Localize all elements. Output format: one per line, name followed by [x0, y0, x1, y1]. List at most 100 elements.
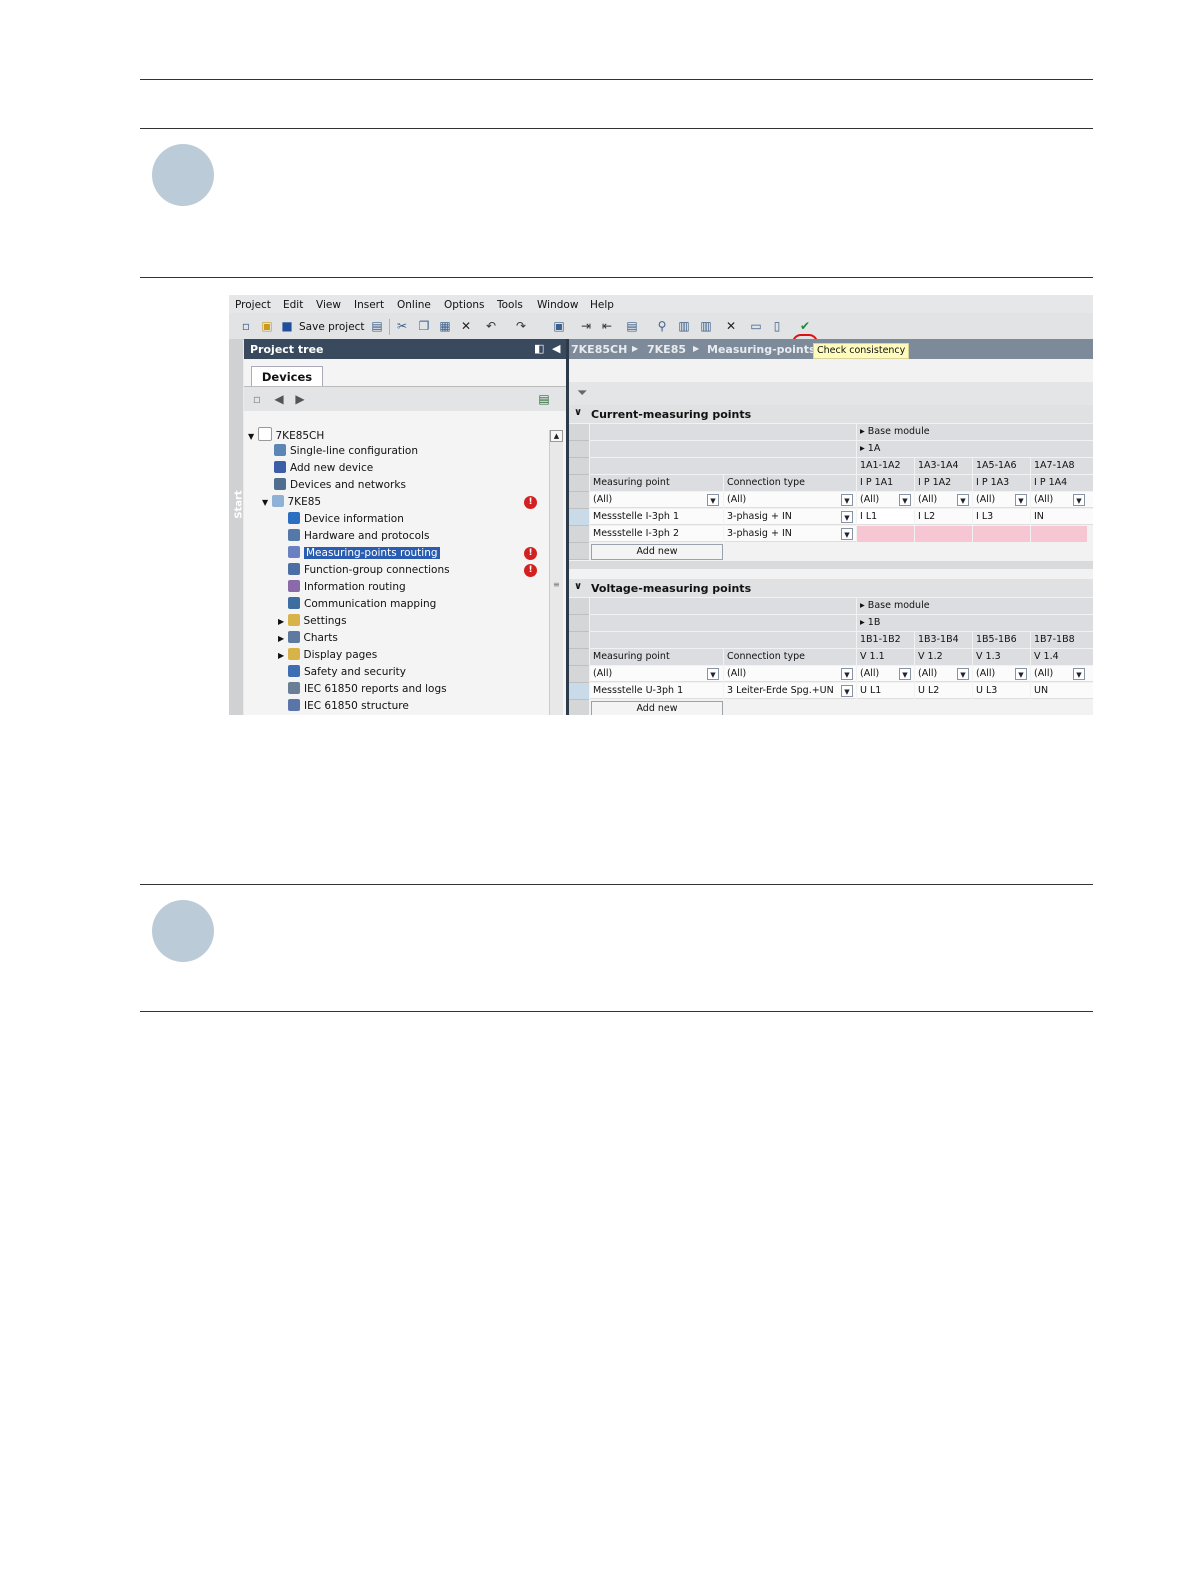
dropdown-arrow-icon[interactable]: ▼: [1015, 494, 1027, 506]
tree-item-device-7ke85[interactable]: ▼ 7KE85 !: [262, 495, 549, 511]
connection-type-cell[interactable]: 3-phasig + IN: [724, 526, 856, 542]
module-header[interactable]: ▸ Base module: [857, 598, 1093, 614]
connection-type-cell[interactable]: 3 Leiter-Erde Spg.+UN: [724, 683, 856, 699]
channel-cell-error[interactable]: [1031, 526, 1087, 542]
measuring-point-cell[interactable]: Messstelle U-3ph 1: [590, 683, 723, 699]
channel-cell-error[interactable]: [857, 526, 914, 542]
undo-icon[interactable]: ↶: [484, 319, 498, 333]
channel-cell[interactable]: IN: [1031, 509, 1093, 525]
module-header[interactable]: ▸ Base module: [857, 424, 1093, 440]
breadcrumb-project[interactable]: 7KE85CH: [571, 343, 627, 356]
row-handle[interactable]: [569, 526, 589, 543]
channel-cell[interactable]: UN: [1031, 683, 1093, 699]
breadcrumb-page[interactable]: Measuring-points r: [707, 343, 825, 356]
paste-icon[interactable]: ▦: [438, 319, 452, 333]
breadcrumb-device[interactable]: 7KE85: [647, 343, 686, 356]
dropdown-arrow-icon[interactable]: ▼: [899, 668, 911, 680]
tree-item-settings[interactable]: ▶ Settings: [278, 614, 347, 630]
delete-icon[interactable]: ✕: [459, 319, 473, 333]
row-handle[interactable]: [569, 683, 589, 700]
collapse-icon[interactable]: ∨: [574, 581, 582, 592]
expand-arrow[interactable]: ▼: [248, 432, 254, 441]
add-new-button[interactable]: Add new: [591, 701, 723, 715]
channel-header[interactable]: V 1.4: [1031, 649, 1093, 665]
tree-item-hardware-protocols[interactable]: Hardware and protocols: [288, 529, 429, 545]
menu-edit[interactable]: Edit: [283, 299, 303, 311]
filter-icon[interactable]: ⏷: [577, 386, 587, 401]
close-icon[interactable]: ✕: [724, 319, 738, 333]
measuring-point-cell[interactable]: Messstelle I-3ph 2: [590, 526, 723, 542]
redo-icon[interactable]: ↷: [514, 319, 528, 333]
print-icon[interactable]: ▤: [370, 319, 384, 333]
tree-item-add-device[interactable]: Add new device: [274, 461, 373, 477]
go-online-icon[interactable]: ▥: [677, 319, 691, 333]
tree-item-device-information[interactable]: Device information: [288, 512, 404, 528]
filter-connection-type[interactable]: (All): [724, 492, 856, 508]
open-project-icon[interactable]: ▣: [260, 319, 274, 333]
menu-options[interactable]: Options: [444, 299, 485, 311]
start-strip[interactable]: Start: [229, 339, 245, 715]
simulate-icon[interactable]: ▤: [625, 319, 639, 333]
tree-item-information-routing[interactable]: Information routing: [288, 580, 406, 596]
tab-devices[interactable]: Devices: [251, 366, 323, 387]
dropdown-arrow-icon[interactable]: ▼: [1073, 494, 1085, 506]
connection-type-cell[interactable]: 3-phasig + IN: [724, 509, 856, 525]
tree-item-function-group-connections[interactable]: Function-group connections !: [288, 563, 549, 579]
channel-header[interactable]: V 1.3: [973, 649, 1030, 665]
menu-insert[interactable]: Insert: [354, 299, 384, 311]
tree-item-iec-structure[interactable]: IEC 61850 structure: [288, 699, 409, 715]
tree-item-iec-reports-logs[interactable]: IEC 61850 reports and logs: [288, 682, 447, 698]
menu-tools[interactable]: Tools: [497, 299, 523, 311]
channel-cell[interactable]: I L3: [973, 509, 1030, 525]
dropdown-arrow-icon[interactable]: ▼: [841, 511, 853, 523]
dropdown-arrow-icon[interactable]: ▼: [841, 668, 853, 680]
tree-item-display-pages[interactable]: ▶ Display pages: [278, 648, 377, 664]
save-icon[interactable]: ■: [280, 319, 294, 333]
channel-cell[interactable]: I L1: [857, 509, 914, 525]
dropdown-arrow-icon[interactable]: ▼: [841, 685, 853, 697]
dropdown-arrow-icon[interactable]: ▼: [957, 668, 969, 680]
section-header-current[interactable]: ∨ Current-measuring points: [569, 405, 1093, 423]
new-folder-icon[interactable]: ▫: [250, 392, 264, 406]
tree-item-devices-networks[interactable]: Devices and networks: [274, 478, 406, 494]
expand-arrow[interactable]: ▶: [278, 634, 284, 643]
channel-cell-error[interactable]: [915, 526, 972, 542]
back-icon[interactable]: ◀: [272, 392, 286, 406]
channel-header[interactable]: V 1.2: [915, 649, 972, 665]
channel-cell[interactable]: U L2: [915, 683, 972, 699]
download-icon[interactable]: ⇥: [579, 319, 593, 333]
dropdown-arrow-icon[interactable]: ▼: [841, 528, 853, 540]
cut-icon[interactable]: ✂: [395, 319, 409, 333]
connection-type-header[interactable]: Connection type: [724, 649, 856, 665]
filter-measuring-point[interactable]: (All): [590, 666, 723, 682]
section-splitter[interactable]: [569, 561, 1093, 569]
measuring-point-header[interactable]: Measuring point: [590, 475, 723, 491]
dropdown-arrow-icon[interactable]: ▼: [957, 494, 969, 506]
slot-header[interactable]: ▸ 1A: [857, 441, 1093, 457]
channel-cell-error[interactable]: [973, 526, 1030, 542]
channel-header[interactable]: I P 1A1: [857, 475, 914, 491]
expand-arrow[interactable]: ▶: [278, 617, 284, 626]
filter-measuring-point[interactable]: (All): [590, 492, 723, 508]
accessible-devices-icon[interactable]: ⚲: [655, 319, 669, 333]
slot-header[interactable]: ▸ 1B: [857, 615, 1093, 631]
upload-icon[interactable]: ⇤: [600, 319, 614, 333]
row-handle[interactable]: [569, 509, 589, 526]
tree-item-single-line[interactable]: Single-line configuration: [274, 444, 418, 460]
collapse-panel-icon[interactable]: ◀: [552, 342, 560, 355]
connection-type-header[interactable]: Connection type: [724, 475, 856, 491]
table-row[interactable]: Messstelle U-3ph 1 3 Leiter-Erde Spg.+UN…: [569, 683, 1093, 700]
menu-help[interactable]: Help: [590, 299, 614, 311]
panel-mode-icon[interactable]: ◧: [534, 342, 544, 355]
dropdown-arrow-icon[interactable]: ▼: [899, 494, 911, 506]
forward-icon[interactable]: ▶: [293, 392, 307, 406]
channel-cell[interactable]: U L1: [857, 683, 914, 699]
expand-arrow[interactable]: ▶: [278, 651, 284, 660]
channel-header[interactable]: I P 1A4: [1031, 475, 1093, 491]
tree-item-charts[interactable]: ▶ Charts: [278, 631, 338, 647]
channel-header[interactable]: I P 1A3: [973, 475, 1030, 491]
dropdown-arrow-icon[interactable]: ▼: [1015, 668, 1027, 680]
channel-cell[interactable]: I L2: [915, 509, 972, 525]
filter-connection-type[interactable]: (All): [724, 666, 856, 682]
tree-item-safety-security[interactable]: Safety and security: [288, 665, 406, 681]
